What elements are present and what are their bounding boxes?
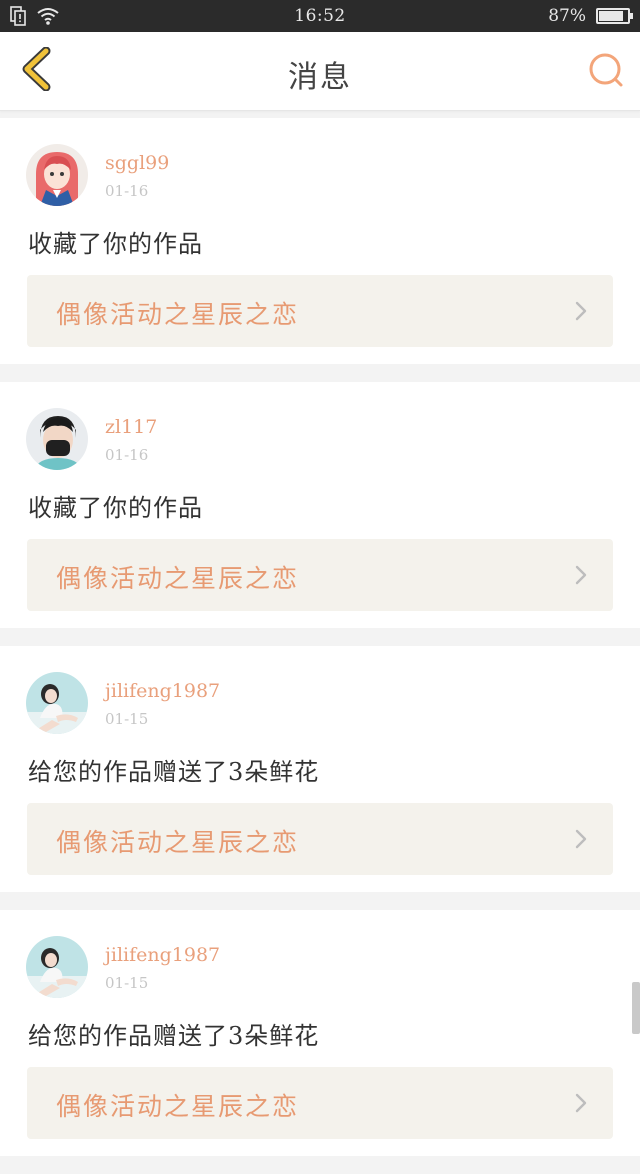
username[interactable]: jilifeng1987	[105, 944, 220, 966]
page-title: 消息	[288, 60, 352, 95]
battery-fill	[599, 11, 624, 21]
message-text: 收藏了你的作品	[28, 494, 203, 522]
work-title: 偶像活动之星辰之恋	[56, 1092, 300, 1121]
message-text: 给您的作品赠送了3朵鲜花	[28, 1022, 320, 1050]
battery-icon	[596, 8, 633, 24]
username[interactable]: zl117	[105, 416, 157, 438]
work-link[interactable]: 偶像活动之星辰之恋	[27, 539, 613, 611]
message-card: jilifeng1987 01-15 给您的作品赠送了3朵鲜花 偶像活动之星辰之…	[0, 910, 640, 1156]
avatar[interactable]	[26, 936, 88, 998]
work-link[interactable]: 偶像活动之星辰之恋	[27, 1067, 613, 1139]
work-link[interactable]: 偶像活动之星辰之恋	[27, 803, 613, 875]
chevron-right-icon	[575, 1093, 587, 1117]
message-card: zl117 01-16 收藏了你的作品 偶像活动之星辰之恋	[0, 382, 640, 628]
chevron-right-icon	[575, 565, 587, 589]
message-text: 给您的作品赠送了3朵鲜花	[28, 758, 320, 786]
status-right: 87%	[548, 6, 633, 26]
search-icon	[586, 50, 626, 94]
username[interactable]: jilifeng1987	[105, 680, 220, 702]
message-date: 01-15	[105, 710, 149, 728]
search-button[interactable]	[584, 50, 628, 94]
message-card: jilifeng1987 01-15 给您的作品赠送了3朵鲜花 偶像活动之星辰之…	[0, 646, 640, 892]
chevron-right-icon	[575, 301, 587, 325]
chevron-right-icon	[575, 829, 587, 853]
work-title: 偶像活动之星辰之恋	[56, 564, 300, 593]
message-card: sggl99 01-16 收藏了你的作品 偶像活动之星辰之恋	[0, 118, 640, 364]
status-time: 16:52	[294, 6, 346, 26]
message-date: 01-16	[105, 182, 149, 200]
work-link[interactable]: 偶像活动之星辰之恋	[27, 275, 613, 347]
message-date: 01-15	[105, 974, 149, 992]
avatar[interactable]	[26, 408, 88, 470]
message-list: sggl99 01-16 收藏了你的作品 偶像活动之星辰之恋 zl117 01-…	[0, 118, 640, 1174]
status-bar: 16:52 87%	[0, 0, 640, 32]
scrollbar[interactable]	[632, 982, 640, 1034]
message-text: 收藏了你的作品	[28, 230, 203, 258]
message-date: 01-16	[105, 446, 149, 464]
work-title: 偶像活动之星辰之恋	[56, 300, 300, 329]
avatar[interactable]	[26, 144, 88, 206]
avatar[interactable]	[26, 672, 88, 734]
app-header: 消息	[0, 32, 640, 111]
battery-percent: 87%	[548, 6, 586, 26]
work-title: 偶像活动之星辰之恋	[56, 828, 300, 857]
username[interactable]: sggl99	[105, 152, 169, 174]
